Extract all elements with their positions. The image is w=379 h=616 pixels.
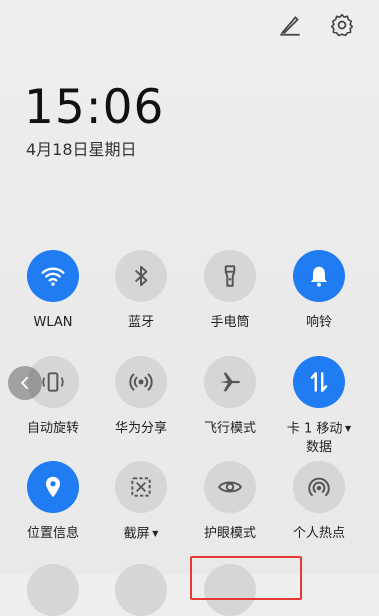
tile-label: 响铃 [305,315,332,330]
hotspot-toggle[interactable] [293,461,345,513]
tile-label: 卡 1 移动 ▼ 数据 [286,421,352,455]
tile-label: WLAN [33,315,73,330]
flashlight-toggle[interactable] [204,250,256,302]
tile-label: 截屏 ▼ [123,526,159,542]
highlight-box [190,556,302,600]
bluetooth-icon [134,265,148,287]
back-button[interactable] [8,366,42,400]
tile-mobile-data[interactable]: 卡 1 移动 ▼ 数据 [274,356,364,457]
tile-row4-1[interactable] [27,564,79,616]
bell-icon [310,266,328,287]
wifi-icon [41,267,65,286]
tile-bluetooth[interactable]: 蓝牙 [96,250,186,332]
screenshot-icon [131,477,151,497]
tile-label: 手电筒 [210,315,250,330]
flashlight-icon [224,265,236,287]
bluetooth-toggle[interactable] [115,250,167,302]
airplane-toggle[interactable] [204,356,256,408]
mobile-data-toggle[interactable] [293,356,345,408]
tile-eye-comfort[interactable]: 护眼模式 [185,461,275,543]
tile-hotspot[interactable]: 个人热点 [274,461,364,543]
caret-down-icon[interactable]: ▼ [150,529,158,538]
wlan-toggle[interactable] [27,250,79,302]
tile-flashlight[interactable]: 手电筒 [185,250,275,332]
tile-row4-2[interactable] [115,564,167,616]
chevron-left-icon [21,376,29,390]
tile-label: 自动旋转 [26,421,79,436]
tile-huawei-share[interactable]: 华为分享 [96,356,186,438]
ringer-toggle[interactable] [293,250,345,302]
clock-date: 4月18日星期日 [26,140,137,159]
tile-label: 护眼模式 [203,526,256,541]
top-icons [277,12,355,38]
huawei-share-toggle[interactable] [115,356,167,408]
tile-wlan[interactable]: WLAN [8,250,98,332]
hotspot-icon [308,477,330,497]
tile-label: 位置信息 [26,526,79,541]
tile-label: 飞行模式 [203,421,256,436]
tile-label: 蓝牙 [127,315,154,330]
location-icon [45,476,61,498]
edit-icon[interactable] [277,12,303,38]
tile-screenshot[interactable]: 截屏 ▼ [96,461,186,544]
tile-ringer[interactable]: 响铃 [274,250,364,332]
tile-label: 个人热点 [292,526,345,541]
mobile-data-icon [310,372,328,392]
airplane-icon [219,372,240,392]
tile-label: 华为分享 [114,421,167,436]
tile-location[interactable]: 位置信息 [8,461,98,543]
gear-icon[interactable] [329,12,355,38]
screenshot-toggle[interactable] [115,461,167,513]
caret-down-icon[interactable]: ▼ [342,424,351,433]
share-icon [129,373,153,391]
eye-icon [218,481,242,493]
eye-comfort-toggle[interactable] [204,461,256,513]
tile-airplane[interactable]: 飞行模式 [185,356,275,438]
auto-rotate-icon [42,372,64,392]
location-toggle[interactable] [27,461,79,513]
clock-time: 15:06 [24,80,165,135]
